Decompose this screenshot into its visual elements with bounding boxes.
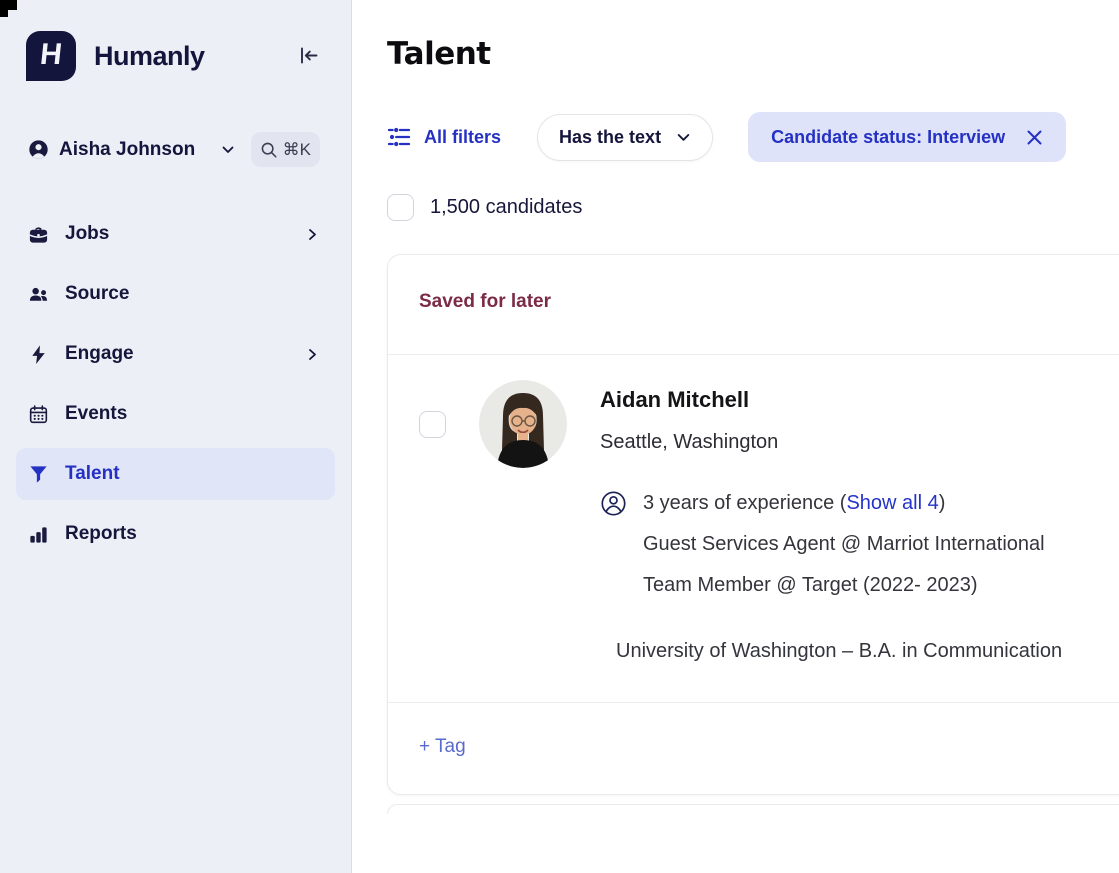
experience-item: Guest Services Agent @ Marriot Internati… <box>643 530 1119 558</box>
status-chip-label: Candidate status: Interview <box>771 127 1005 148</box>
text-filter-label: Has the text <box>559 127 661 148</box>
search-shortcut-label: ⌘K <box>283 140 311 160</box>
candidate-location: Seattle, Washington <box>600 428 1119 456</box>
all-filters-button[interactable]: All filters <box>387 125 501 149</box>
remove-filter-icon[interactable] <box>1026 129 1043 146</box>
search-icon <box>260 141 278 159</box>
experience-summary-row: 3 years of experience (Show all 4) <box>600 489 1119 517</box>
sidebar-item-label: Reports <box>65 523 137 545</box>
candidate-row: Aidan Mitchell Seattle, Washington 3 yea… <box>388 355 1119 702</box>
chevron-down-icon <box>221 143 235 157</box>
chevron-right-icon <box>306 348 319 361</box>
filter-bar: All filters Has the text Candidate statu… <box>387 112 1119 162</box>
bar-chart-icon <box>28 524 49 545</box>
page-title: Talent <box>387 36 1119 72</box>
selection-bar: 1,500 candidates <box>387 194 1119 221</box>
sidebar-item-jobs[interactable]: Jobs <box>16 208 335 260</box>
sidebar-nav: Jobs Source Engage <box>0 208 351 560</box>
collapse-sidebar-icon[interactable] <box>297 44 321 68</box>
candidate-checkbox[interactable] <box>419 411 446 438</box>
sidebar-item-events[interactable]: Events <box>16 388 335 440</box>
candidate-card: Saved for later <box>387 254 1119 795</box>
main-content: Talent All filters Has the text Candidat… <box>353 0 1119 873</box>
user-avatar-icon <box>28 139 49 160</box>
calendar-icon <box>28 404 49 425</box>
show-all-link[interactable]: Show all 4 <box>846 492 938 514</box>
add-tag-button[interactable]: + Tag <box>419 736 466 757</box>
experience-summary: 3 years of experience (Show all 4) <box>643 489 945 517</box>
person-circle-icon <box>600 490 627 517</box>
card-footer: + Tag <box>388 702 1119 794</box>
next-card-top-edge <box>387 804 1119 814</box>
sidebar-item-label: Jobs <box>65 223 109 245</box>
text-filter-dropdown[interactable]: Has the text <box>537 114 713 161</box>
saved-for-later-label: Saved for later <box>419 291 551 312</box>
lightning-icon <box>28 344 49 365</box>
sidebar-item-engage[interactable]: Engage <box>16 328 335 380</box>
sidebar-item-label: Events <box>65 403 127 425</box>
chevron-down-icon <box>676 130 691 145</box>
people-icon <box>28 284 49 305</box>
candidate-name[interactable]: Aidan Mitchell <box>600 387 1119 413</box>
status-filter-chip: Candidate status: Interview <box>748 112 1066 162</box>
sidebar-header: H Humanly <box>0 0 351 81</box>
select-all-checkbox[interactable] <box>387 194 414 221</box>
sliders-icon <box>387 125 411 149</box>
briefcase-icon <box>28 224 49 245</box>
chevron-right-icon <box>306 228 319 241</box>
humanly-logo: H <box>26 31 76 81</box>
sidebar: H Humanly Aisha Johnson <box>0 0 352 873</box>
experience-section: 3 years of experience (Show all 4) Guest… <box>600 489 1119 665</box>
user-name: Aisha Johnson <box>59 139 195 161</box>
user-menu[interactable]: Aisha Johnson ⌘K <box>0 132 351 167</box>
funnel-icon <box>28 464 49 485</box>
sidebar-item-label: Talent <box>65 463 120 485</box>
education-row: University of Washington – B.A. in Commu… <box>600 637 1119 665</box>
sidebar-item-source[interactable]: Source <box>16 268 335 320</box>
sidebar-item-label: Source <box>65 283 129 305</box>
education-text: University of Washington – B.A. in Commu… <box>616 637 1062 665</box>
candidate-count: 1,500 candidates <box>430 196 582 219</box>
all-filters-label: All filters <box>424 127 501 148</box>
sidebar-item-talent[interactable]: Talent <box>16 448 335 500</box>
candidate-info: Aidan Mitchell Seattle, Washington 3 yea… <box>600 380 1119 665</box>
card-section-header: Saved for later <box>388 255 1119 355</box>
candidate-photo <box>479 380 567 468</box>
brand-name: Humanly <box>94 41 205 72</box>
sidebar-item-reports[interactable]: Reports <box>16 508 335 560</box>
sidebar-item-label: Engage <box>65 343 134 365</box>
search-shortcut-button[interactable]: ⌘K <box>251 132 320 167</box>
experience-item: Team Member @ Target (2022- 2023) <box>643 571 1119 599</box>
